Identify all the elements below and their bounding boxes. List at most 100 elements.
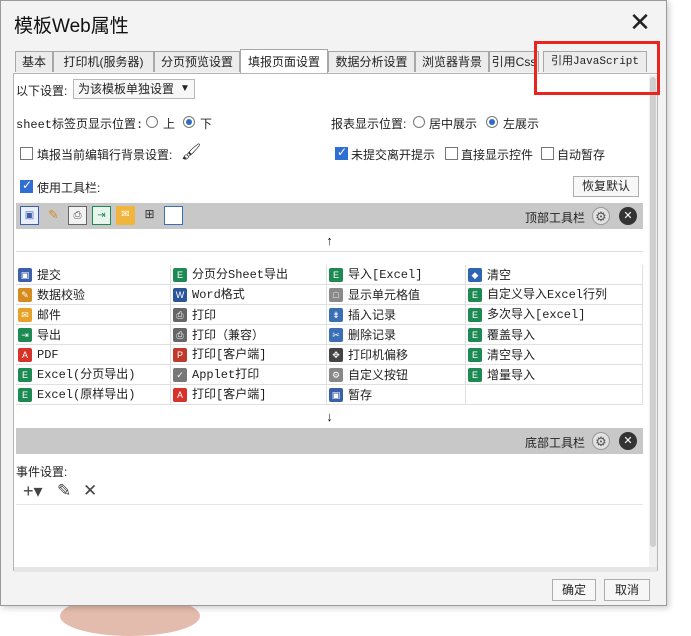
toolbar-option-label: 清空导入	[487, 348, 536, 362]
toolbar-option-button[interactable]: E 清空导入	[466, 345, 643, 365]
tab-basic[interactable]: 基本	[15, 51, 53, 72]
scrollbar-thumb[interactable]	[650, 77, 656, 547]
close-icon[interactable]: ✕	[619, 207, 637, 225]
excel-icon: E	[173, 268, 187, 282]
toolbar-option-label: Applet打印	[192, 368, 260, 382]
edit-icon[interactable]: ✎	[57, 481, 71, 501]
toolbar-option-label: 打印[客户端]	[192, 348, 267, 362]
horizontal-scrollbar[interactable]	[14, 567, 657, 572]
move-down-arrow[interactable]: ↓	[16, 407, 643, 427]
excel-icon: E	[468, 308, 482, 322]
toolbar-option-button[interactable]: ✎ 数据校验	[16, 285, 171, 305]
vertical-scrollbar[interactable]	[649, 75, 657, 569]
direct-controls-checkbox[interactable]	[445, 147, 458, 160]
tab-browser-bg[interactable]: 浏览器背景	[415, 51, 489, 72]
frame-icon[interactable]	[164, 206, 183, 225]
toolbar-option-button[interactable]: ◆ 清空	[466, 265, 643, 285]
excel-icon: E	[18, 388, 32, 402]
toolbar-option-button[interactable]: E 分页分Sheet导出	[171, 265, 327, 285]
toolbar-option-button	[466, 385, 643, 405]
use-toolbar-checkbox[interactable]	[20, 178, 33, 193]
fill-bg-checkbox[interactable]	[20, 147, 33, 160]
report-center-radio[interactable]	[413, 116, 425, 128]
save-icon: ▣	[329, 388, 343, 402]
fill-bg-label: 填报当前编辑行背景设置:	[37, 148, 173, 162]
print-icon: ⎙	[173, 308, 187, 322]
autosave-checkbox[interactable]	[541, 147, 554, 160]
toolbar-option-button[interactable]: E 多次导入[excel]	[466, 305, 643, 325]
toolbar-option-label: 打印机偏移	[348, 348, 409, 362]
toolbar-option-button[interactable]: ⎙ 打印（兼容）	[171, 325, 327, 345]
tab-fill-page[interactable]: 填报页面设置	[240, 49, 328, 73]
gear-icon[interactable]: ⚙	[592, 432, 610, 450]
toolbar-option-button[interactable]: W Word格式	[171, 285, 327, 305]
print-icon[interactable]: ⎙	[68, 206, 87, 225]
toolbar-option-label: 覆盖导入	[487, 328, 536, 342]
autosave-label: 自动暂存	[557, 148, 606, 162]
tab-page-preview[interactable]: 分页预览设置	[154, 51, 240, 72]
toolbar-option-label: Excel(分页导出)	[37, 368, 136, 382]
pdf-icon: A	[18, 348, 32, 362]
print-icon: ⎙	[173, 328, 187, 342]
delete-icon[interactable]: ✕	[83, 481, 97, 501]
events-label: 事件设置:	[16, 465, 68, 479]
word-icon: W	[173, 288, 187, 302]
paint-bucket-icon[interactable]: 🖌	[181, 142, 201, 162]
excel-icon: E	[329, 268, 343, 282]
report-center-label: 居中展示	[429, 117, 478, 131]
excel-icon: E	[468, 368, 482, 382]
toolbar-option-button[interactable]: ▣ 暂存	[327, 385, 466, 405]
tab-javascript[interactable]: 引用JavaScript	[543, 51, 647, 72]
pencil-icon[interactable]: ✎	[44, 206, 63, 225]
toolbar-option-button[interactable]: A PDF	[16, 345, 171, 365]
tree-icon[interactable]: ⊞	[140, 206, 159, 225]
toolbar-option-button[interactable]: E Excel(分页导出)	[16, 365, 171, 385]
export-icon[interactable]: ⇥	[92, 206, 111, 225]
toolbar-option-button[interactable]: ✉ 邮件	[16, 305, 171, 325]
sheet-tab-down-radio[interactable]	[183, 116, 195, 128]
toolbar-option-button[interactable]: ⚙ 自定义按钮	[327, 365, 466, 385]
unsubmitted-warning-checkbox[interactable]	[335, 145, 348, 160]
toolbar-option-button[interactable]: □ 显示单元格值	[327, 285, 466, 305]
insert-row-icon: ⇟	[329, 308, 343, 322]
toolbar-option-button[interactable]: ✓ Applet打印	[171, 365, 327, 385]
restore-default-button[interactable]: 恢复默认	[573, 176, 639, 197]
toolbar-option-button[interactable]: E 增量导入	[466, 365, 643, 385]
report-position-label: 报表显示位置:	[331, 117, 407, 131]
gear-icon[interactable]: ⚙	[592, 207, 610, 225]
close-icon[interactable]: ✕	[626, 9, 654, 37]
toolbar-option-button[interactable]: ⎙ 打印	[171, 305, 327, 325]
cancel-button[interactable]: 取消	[604, 579, 650, 601]
toolbar-option-button[interactable]: A 打印[客户端]	[171, 385, 327, 405]
report-left-radio[interactable]	[486, 116, 498, 128]
tab-data-analysis[interactable]: 数据分析设置	[328, 51, 415, 72]
mail-icon[interactable]: ✉	[116, 206, 135, 225]
ok-button[interactable]: 确定	[552, 579, 596, 601]
toolbar-option-button[interactable]: ▣ 提交	[16, 265, 171, 285]
close-icon[interactable]: ✕	[619, 432, 637, 450]
toolbar-option-label: 打印	[192, 308, 217, 322]
sheet-tab-up-radio[interactable]	[146, 116, 158, 128]
toolbar-option-button[interactable]: E Excel(原样导出)	[16, 385, 171, 405]
toolbar-option-button[interactable]: E 覆盖导入	[466, 325, 643, 345]
event-list[interactable]	[16, 504, 643, 567]
save-icon[interactable]: ▣	[20, 206, 39, 225]
toolbar-option-button[interactable]: E 导入[Excel]	[327, 265, 466, 285]
toolbar-option-button[interactable]: ⇟ 插入记录	[327, 305, 466, 325]
toolbar-option-label: 删除记录	[348, 328, 397, 342]
scope-select[interactable]: 为该模板单独设置 ▼	[73, 79, 195, 99]
title-bar: 模板Web属性 ✕	[1, 1, 666, 45]
use-toolbar-label: 使用工具栏:	[37, 181, 101, 195]
move-up-arrow[interactable]: ↑	[16, 231, 643, 252]
toolbar-option-button[interactable]: ✥ 打印机偏移	[327, 345, 466, 365]
tab-printer-server[interactable]: 打印机(服务器)	[53, 51, 154, 72]
tab-css[interactable]: 引用Css	[489, 51, 539, 72]
pdf-icon: A	[173, 388, 187, 402]
bottom-toolbar-preview: 底部工具栏 ⚙ ✕	[16, 428, 643, 454]
toolbar-option-button[interactable]: E 自定义导入Excel行列	[466, 285, 643, 305]
scope-label: 以下设置:	[16, 84, 68, 98]
add-event-button[interactable]: +▾	[23, 481, 43, 502]
toolbar-option-button[interactable]: ⇥ 导出	[16, 325, 171, 345]
toolbar-option-button[interactable]: ✂ 删除记录	[327, 325, 466, 345]
toolbar-option-button[interactable]: P 打印[客户端]	[171, 345, 327, 365]
